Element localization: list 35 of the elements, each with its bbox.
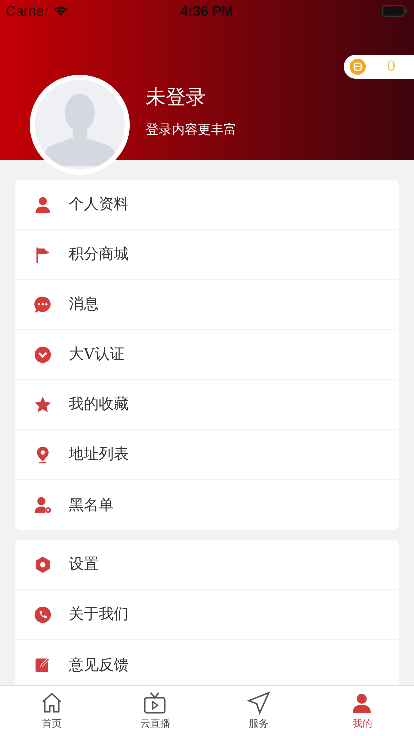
status-time: 4:36 PM xyxy=(180,3,234,19)
person-icon xyxy=(34,196,52,214)
tv-icon xyxy=(143,691,168,715)
tab[interactable]: 我的 xyxy=(310,686,414,736)
menu-item[interactable]: 消息 xyxy=(15,280,399,330)
paper-plane-icon xyxy=(246,691,271,715)
menu-item[interactable]: 地址列表 xyxy=(15,430,399,480)
menu-item[interactable]: 我的收藏 xyxy=(15,380,399,430)
v-badge-icon xyxy=(34,346,52,364)
menu-item[interactable]: 个人资料 xyxy=(15,180,399,230)
person-blocked-icon xyxy=(34,496,52,514)
menu-item[interactable]: 黑名单 xyxy=(15,480,399,530)
settings-icon xyxy=(34,556,52,574)
location-pin-icon xyxy=(34,446,52,464)
star-icon xyxy=(34,396,52,414)
flag-icon xyxy=(34,246,52,264)
login-status[interactable]: 未登录 xyxy=(146,84,237,111)
chat-bubble-icon xyxy=(34,296,52,314)
tab[interactable]: 首页 xyxy=(0,686,104,736)
menu-item[interactable]: 设置 xyxy=(15,540,399,590)
home-icon xyxy=(40,691,64,715)
menu-item[interactable]: 意见反馈 xyxy=(15,640,399,685)
tab[interactable]: 云直播 xyxy=(104,686,207,736)
menu-item[interactable]: 关于我们 xyxy=(15,590,399,640)
menu-item[interactable]: 大V认证 xyxy=(15,330,399,380)
wifi-icon xyxy=(52,5,69,17)
login-hint: 登录内容更丰富 xyxy=(146,122,237,139)
avatar[interactable] xyxy=(30,75,130,175)
menu-item[interactable]: 积分商城 xyxy=(15,230,399,280)
coin-icon xyxy=(350,59,366,75)
carrier-label: Carrier xyxy=(6,3,49,19)
battery-icon xyxy=(382,5,408,17)
tab[interactable]: 服务 xyxy=(207,686,310,736)
phone-icon xyxy=(34,606,52,624)
edit-icon xyxy=(34,656,52,674)
